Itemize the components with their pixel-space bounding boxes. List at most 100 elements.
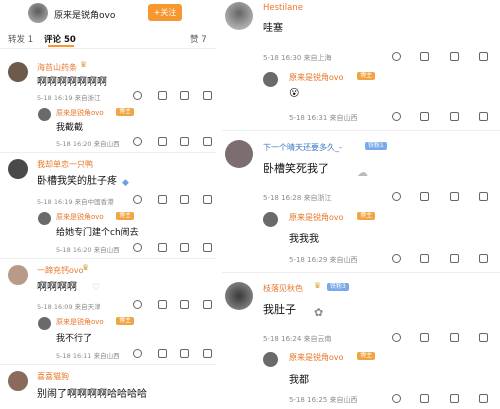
- avatar[interactable]: [225, 2, 253, 30]
- share-icon[interactable]: [450, 333, 459, 342]
- avatar[interactable]: [225, 140, 253, 168]
- comment-user[interactable]: Hestilane: [263, 3, 303, 13]
- comment-user[interactable]: 一蹄充钙ovo: [37, 265, 84, 276]
- reply-meta: 5-18 16:29 来自山西: [289, 256, 358, 264]
- like-icon[interactable]: [203, 349, 212, 358]
- like-icon[interactable]: [203, 195, 212, 204]
- emoji-reply-icon[interactable]: [133, 243, 142, 252]
- share-icon[interactable]: [180, 137, 189, 146]
- header-avatar[interactable]: [28, 3, 48, 23]
- reply-user[interactable]: 原来是锐角ovo: [56, 108, 104, 118]
- emoji-reply-icon[interactable]: [133, 195, 142, 204]
- reply-avatar[interactable]: [38, 108, 51, 121]
- avatar[interactable]: [8, 62, 28, 82]
- share-icon[interactable]: [180, 349, 189, 358]
- share-icon[interactable]: [180, 195, 189, 204]
- like-icon[interactable]: [479, 52, 488, 61]
- tab-comment[interactable]: 评论 50: [44, 33, 76, 45]
- like-icon[interactable]: [203, 137, 212, 146]
- reply-icon[interactable]: [420, 394, 429, 403]
- reply-icon[interactable]: [158, 137, 167, 146]
- comment-meta: 5-18 16:28 来自浙江: [263, 194, 332, 202]
- share-icon[interactable]: [450, 394, 459, 403]
- emoji-reply-icon[interactable]: [392, 394, 401, 403]
- tab-repost[interactable]: 转发 1: [8, 33, 33, 45]
- reply-icon[interactable]: [420, 333, 429, 342]
- comment-meta: 5-18 16:30 来自上海: [263, 54, 332, 62]
- avatar[interactable]: [8, 159, 28, 179]
- reply-icon[interactable]: [158, 349, 167, 358]
- reply-icon[interactable]: [158, 195, 167, 204]
- emoji-reply-icon[interactable]: [392, 192, 401, 201]
- fan-level-badge: 铁粉1: [365, 142, 387, 150]
- share-icon[interactable]: [450, 112, 459, 121]
- like-icon[interactable]: [203, 91, 212, 100]
- emoji-reply-icon[interactable]: [392, 52, 401, 61]
- emoji-reply-icon[interactable]: [392, 333, 401, 342]
- reply-user[interactable]: 原来是锐角ovo: [289, 212, 344, 223]
- reply-icon[interactable]: [420, 192, 429, 201]
- reply-user[interactable]: 原来是锐角ovo: [289, 352, 344, 363]
- crown-icon: ♛: [314, 281, 322, 290]
- like-icon[interactable]: [479, 254, 488, 263]
- emoji-reply-icon[interactable]: [392, 254, 401, 263]
- avatar[interactable]: [8, 371, 28, 391]
- comment-meta: 5-18 16:19 来自中国香港: [37, 198, 114, 206]
- header-divider: [0, 48, 216, 49]
- crown-icon: ♛: [82, 263, 90, 272]
- divider: [222, 130, 500, 131]
- share-icon[interactable]: [180, 243, 189, 252]
- reply-icon[interactable]: [420, 52, 429, 61]
- share-icon[interactable]: [180, 91, 189, 100]
- share-icon[interactable]: [450, 52, 459, 61]
- comment-text: 我肚子: [263, 303, 296, 316]
- author-badge: 博主: [116, 212, 135, 220]
- reply-meta: 5-18 16:25 来自山西: [289, 396, 358, 404]
- comment-user[interactable]: 海苔山药条: [37, 62, 77, 73]
- author-badge: 博主: [357, 72, 376, 80]
- reply-avatar[interactable]: [263, 352, 278, 367]
- reply-avatar[interactable]: [38, 317, 51, 330]
- comment-user[interactable]: 下一个晴天还要多久_-: [263, 142, 342, 153]
- reply-avatar[interactable]: [263, 212, 278, 227]
- reply-icon[interactable]: [420, 254, 429, 263]
- comment-user[interactable]: 我却单恋一只鸭: [37, 159, 93, 170]
- emoji-reply-icon[interactable]: [133, 349, 142, 358]
- header-account-name[interactable]: 原来是锐角ovo: [54, 8, 115, 21]
- comment-user[interactable]: 喜喜猫狗: [37, 371, 69, 382]
- divider: [222, 272, 500, 273]
- emoji-reply-icon[interactable]: [133, 137, 142, 146]
- emoji-reply-icon[interactable]: [133, 300, 142, 309]
- like-icon[interactable]: [479, 333, 488, 342]
- like-icon[interactable]: [479, 394, 488, 403]
- emoji-reply-icon[interactable]: [392, 112, 401, 121]
- avatar[interactable]: [225, 282, 253, 310]
- like-icon[interactable]: [479, 192, 488, 201]
- reply-user[interactable]: 原来是锐角ovo: [56, 317, 104, 327]
- like-icon[interactable]: [479, 112, 488, 121]
- emoji-reply-icon[interactable]: [133, 91, 142, 100]
- reply-avatar[interactable]: [263, 72, 278, 87]
- comment-user[interactable]: 枝落见秋色: [263, 283, 303, 294]
- comment-text: 啊啊啊啊: [37, 282, 77, 293]
- comment-text: 卧槽笑死我了: [263, 162, 329, 175]
- reply-icon[interactable]: [420, 112, 429, 121]
- reply-icon[interactable]: [158, 243, 167, 252]
- tab-like[interactable]: 赞 7: [190, 33, 207, 45]
- share-icon[interactable]: [450, 192, 459, 201]
- follow-button[interactable]: +关注: [148, 4, 182, 21]
- reply-icon[interactable]: [158, 91, 167, 100]
- reply-meta: 5-18 16:31 来自山西: [289, 114, 358, 122]
- avatar[interactable]: [8, 265, 28, 285]
- reply-text: 我我我: [289, 234, 319, 245]
- reply-user[interactable]: 原来是锐角ovo: [289, 72, 344, 83]
- share-icon[interactable]: [180, 300, 189, 309]
- share-icon[interactable]: [450, 254, 459, 263]
- like-icon[interactable]: [203, 300, 212, 309]
- reply-user[interactable]: 原来是锐角ovo: [56, 212, 104, 222]
- reply-meta: 5-18 16:20 来自山西: [56, 246, 120, 254]
- reply-avatar[interactable]: [38, 212, 51, 225]
- reply-icon[interactable]: [158, 300, 167, 309]
- like-icon[interactable]: [203, 243, 212, 252]
- tab-comment-underline: [48, 45, 74, 47]
